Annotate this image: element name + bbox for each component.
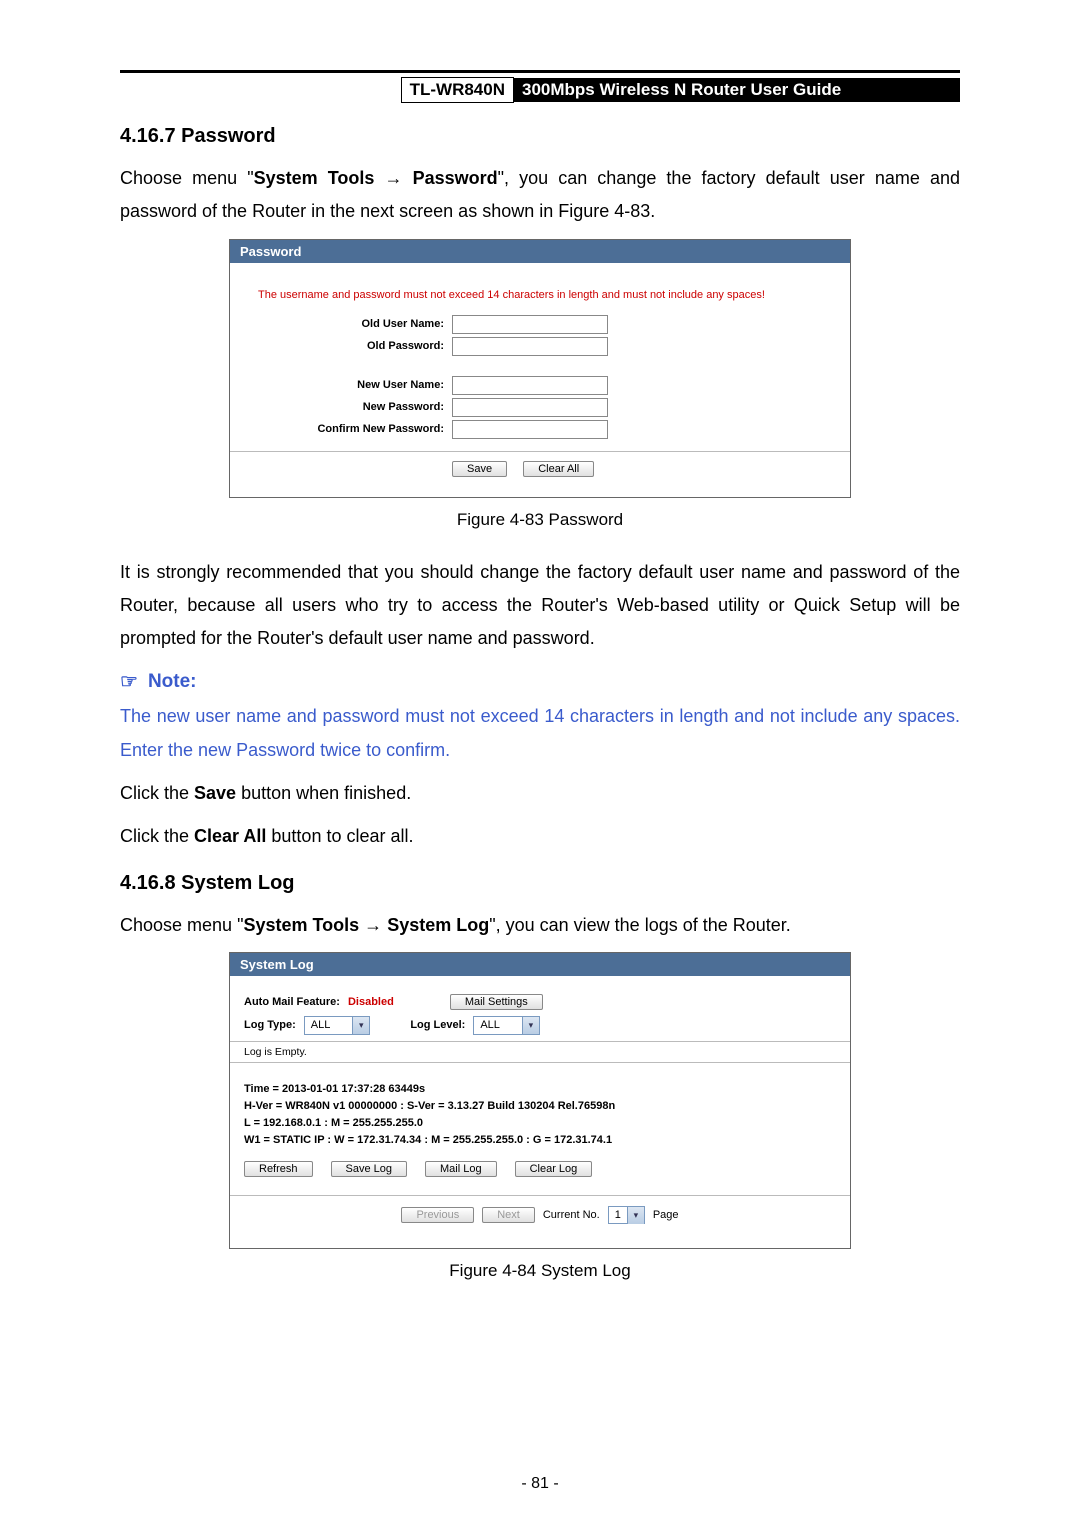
systemlog-panel: System Log Auto Mail Feature: Disabled M… (229, 952, 851, 1249)
section1-para2: It is strongly recommended that you shou… (120, 556, 960, 656)
row-old-username: Old User Name: (244, 315, 836, 334)
row-old-password: Old Password: (244, 337, 836, 356)
label-old-password: Old Password: (244, 340, 444, 352)
label-old-username: Old User Name: (244, 318, 444, 330)
section-heading-systemlog: 4.16.8 System Log (120, 872, 960, 895)
log-empty-message: Log is Empty. (230, 1041, 850, 1063)
txt: button when finished. (236, 783, 411, 803)
chevron-down-icon: ▾ (522, 1017, 539, 1034)
password-panel-body: The username and password must not excee… (230, 263, 850, 497)
row-confirm-password: Confirm New Password: (244, 420, 836, 439)
password-panel: Password The username and password must … (229, 239, 851, 498)
menu-path-1: System Tools (243, 915, 359, 935)
menu-path-2: System Log (387, 915, 489, 935)
new-password-input[interactable] (452, 398, 608, 417)
page-number-value: 1 (609, 1209, 627, 1221)
note-body: The new user name and password must not … (120, 700, 960, 767)
password-buttons: Save Clear All (244, 452, 836, 483)
figure-4-83-caption: Figure 4-83 Password (120, 510, 960, 530)
label-new-username: New User Name: (244, 379, 444, 391)
txt: Click the (120, 783, 194, 803)
next-button[interactable]: Next (482, 1207, 535, 1223)
log-buttons: Refresh Save Log Mail Log Clear Log (244, 1161, 836, 1183)
system-info-block: Time = 2013-01-01 17:37:28 63449s H-Ver … (244, 1081, 836, 1149)
log-type-select[interactable]: ALL ▾ (304, 1016, 371, 1035)
txt: Choose menu " (120, 915, 243, 935)
page-word: Page (653, 1209, 679, 1221)
clear-all-button[interactable]: Clear All (523, 461, 594, 477)
save-instruction: Click the Save button when finished. (120, 777, 960, 810)
current-no-label: Current No. (543, 1209, 600, 1221)
previous-button[interactable]: Previous (401, 1207, 474, 1223)
old-username-input[interactable] (452, 315, 608, 334)
info-lan: L = 192.168.0.1 : M = 255.255.255.0 (244, 1115, 836, 1132)
section-heading-password: 4.16.7 Password (120, 125, 960, 148)
chevron-down-icon: ▾ (627, 1207, 644, 1224)
mail-settings-button[interactable]: Mail Settings (450, 994, 543, 1010)
label-confirm-password: Confirm New Password: (244, 423, 444, 435)
pointing-hand-icon: ☞ (120, 669, 138, 694)
auto-mail-value: Disabled (348, 996, 394, 1008)
top-rule (120, 70, 960, 73)
note-label: ☞ Note: (120, 669, 960, 694)
row-new-username: New User Name: (244, 376, 836, 395)
arrow-icon: → (359, 915, 387, 935)
arrow-icon: → (374, 168, 412, 188)
txt: ", you can view the logs of the Router. (489, 915, 791, 935)
refresh-button[interactable]: Refresh (244, 1161, 313, 1177)
confirm-password-input[interactable] (452, 420, 608, 439)
model-box: TL-WR840N (401, 77, 514, 103)
log-type-label: Log Type: (244, 1019, 296, 1031)
log-level-label: Log Level: (410, 1019, 465, 1031)
mail-log-button[interactable]: Mail Log (425, 1161, 497, 1177)
page-number-select[interactable]: 1 ▾ (608, 1206, 645, 1224)
chevron-down-icon: ▾ (352, 1017, 369, 1034)
clearall-word: Clear All (194, 826, 266, 846)
password-warning: The username and password must not excee… (258, 289, 836, 301)
log-filter-row: Log Type: ALL ▾ Log Level: ALL ▾ (244, 1016, 836, 1035)
page-number: - 81 - (0, 1475, 1080, 1493)
note-label-text: Note: (148, 671, 197, 693)
save-button[interactable]: Save (452, 461, 507, 477)
txt: Click the (120, 826, 194, 846)
save-word: Save (194, 783, 236, 803)
section1-intro: Choose menu "System Tools → Password", y… (120, 162, 960, 229)
menu-path-2: Password (413, 168, 498, 188)
info-time: Time = 2013-01-01 17:37:28 63449s (244, 1081, 836, 1098)
info-wan: W1 = STATIC IP : W = 172.31.74.34 : M = … (244, 1132, 836, 1149)
section2-intro: Choose menu "System Tools → System Log",… (120, 909, 960, 942)
clear-log-button[interactable]: Clear Log (515, 1161, 593, 1177)
log-type-value: ALL (305, 1019, 353, 1031)
menu-path-1: System Tools (254, 168, 375, 188)
row-new-password: New Password: (244, 398, 836, 417)
clearall-instruction: Click the Clear All button to clear all. (120, 820, 960, 853)
save-log-button[interactable]: Save Log (331, 1161, 407, 1177)
log-pager: Previous Next Current No. 1 ▾ Page (230, 1195, 850, 1234)
new-username-input[interactable] (452, 376, 608, 395)
figure-4-84-caption: Figure 4-84 System Log (120, 1261, 960, 1281)
auto-mail-row: Auto Mail Feature: Disabled Mail Setting… (244, 994, 836, 1010)
log-level-select[interactable]: ALL ▾ (473, 1016, 540, 1035)
systemlog-panel-title: System Log (230, 953, 850, 976)
txt: Choose menu " (120, 168, 254, 188)
auto-mail-label: Auto Mail Feature: (244, 996, 340, 1008)
page-header: TL-WR840N 300Mbps Wireless N Router User… (120, 77, 960, 103)
password-panel-title: Password (230, 240, 850, 263)
txt: button to clear all. (266, 826, 413, 846)
doc-title: 300Mbps Wireless N Router User Guide (514, 78, 960, 102)
old-password-input[interactable] (452, 337, 608, 356)
info-version: H-Ver = WR840N v1 00000000 : S-Ver = 3.1… (244, 1098, 836, 1115)
label-new-password: New Password: (244, 401, 444, 413)
log-level-value: ALL (474, 1019, 522, 1031)
systemlog-panel-body: Auto Mail Feature: Disabled Mail Setting… (230, 976, 850, 1248)
